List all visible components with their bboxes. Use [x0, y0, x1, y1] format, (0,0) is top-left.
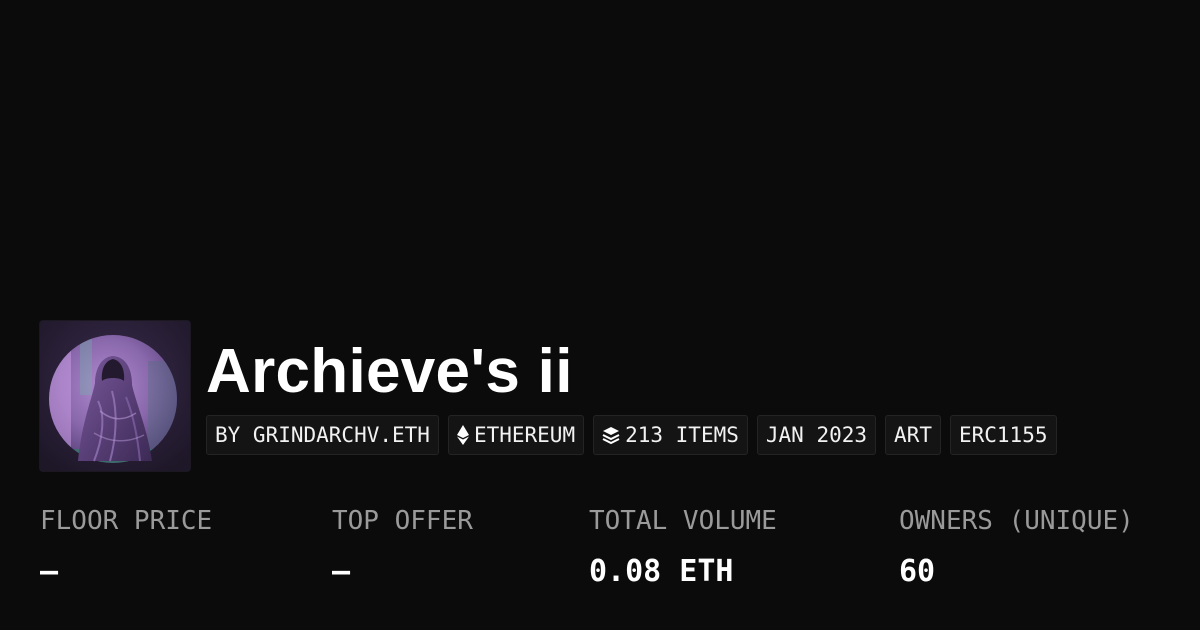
total-volume-label: TOTAL VOLUME — [589, 506, 777, 536]
category-tag[interactable]: ART — [885, 415, 941, 455]
token-standard-tag: ERC1155 — [949, 415, 1057, 455]
owners-value: 60 — [899, 554, 936, 589]
owners-stat: OWNERS (UNIQUE) 60 — [899, 502, 1134, 592]
ethereum-icon — [456, 425, 469, 445]
token-standard-label: ERC1155 — [958, 423, 1048, 447]
items-count-label: 213 ITEMS — [625, 423, 739, 447]
items-count-tag: 213 ITEMS — [593, 415, 748, 455]
top-offer-stat: TOP OFFER – — [332, 502, 473, 592]
floor-price-value: – — [40, 554, 59, 589]
collection-title: Archieve's ii — [206, 337, 573, 406]
floor-price-stat: FLOOR PRICE – — [40, 502, 212, 592]
floor-price-label: FLOOR PRICE — [40, 506, 213, 536]
total-volume-value: 0.08 ETH — [589, 554, 734, 589]
chain-label: ETHEREUM — [473, 423, 576, 447]
creator-tag[interactable]: BY GRINDARCHV.ETH — [206, 415, 439, 455]
collection-thumbnail — [40, 321, 190, 471]
top-offer-label: TOP OFFER — [332, 506, 473, 536]
collection-tags: BY GRINDARCHV.ETH ETHEREUM 213 ITEMS JAN… — [206, 415, 1057, 455]
creator-label: BY GRINDARCHV.ETH — [215, 423, 430, 447]
chain-tag[interactable]: ETHEREUM — [447, 415, 585, 455]
owners-label: OWNERS (UNIQUE) — [899, 506, 1134, 536]
layers-icon — [602, 426, 620, 444]
created-date-label: JAN 2023 — [765, 423, 868, 447]
category-label: ART — [894, 423, 932, 447]
total-volume-stat: TOTAL VOLUME 0.08 ETH — [589, 502, 777, 592]
created-date-tag: JAN 2023 — [756, 415, 877, 455]
top-offer-value: – — [332, 554, 351, 589]
collection-share-card: Archieve's ii BY GRINDARCHV.ETH ETHEREUM — [0, 0, 1200, 630]
